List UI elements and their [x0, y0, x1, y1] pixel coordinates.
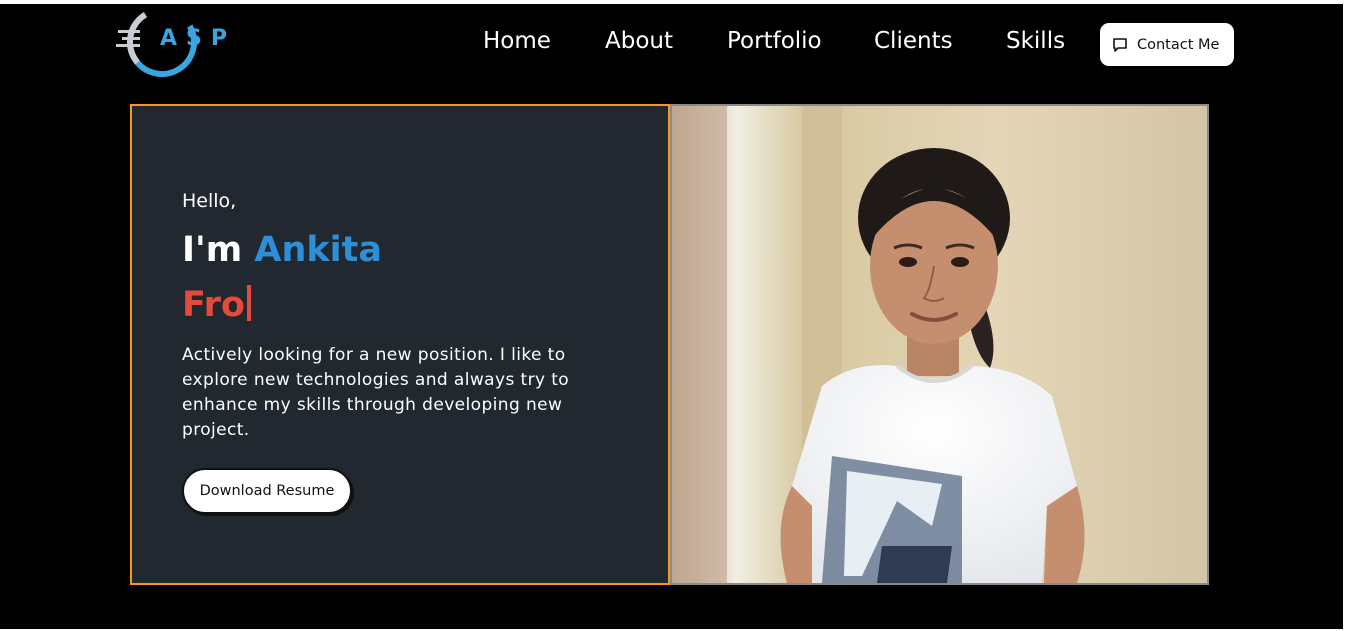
hero-name: Ankita [254, 230, 383, 270]
contact-me-label: Contact Me [1137, 36, 1220, 53]
nav-clients[interactable]: Clients [874, 26, 953, 56]
typed-text: Fro [182, 285, 245, 325]
chat-bubble-icon [1112, 37, 1128, 53]
nav-skills[interactable]: Skills [1006, 26, 1065, 56]
nav-about[interactable]: About [605, 26, 673, 56]
hero-typed-role: Fro [182, 283, 251, 327]
profile-photo [670, 104, 1209, 585]
nav-home[interactable]: Home [483, 26, 551, 56]
download-resume-button[interactable]: Download Resume [182, 468, 352, 514]
hero-bio: Actively looking for a new position. I l… [182, 345, 570, 440]
contact-me-button[interactable]: Contact Me [1100, 23, 1234, 66]
hero-intro: I'm [182, 230, 243, 270]
hero-headline: I'm Ankita [182, 228, 382, 272]
typing-cursor [246, 285, 251, 321]
page: ASP Home About Portfolio Clients Skills … [0, 4, 1343, 629]
nav-portfolio[interactable]: Portfolio [727, 26, 822, 56]
profile-photo-image [672, 106, 1207, 583]
hero-greeting: Hello, [182, 190, 237, 212]
hero-intro-panel: Hello, I'm Ankita Fro Actively looking f… [130, 104, 670, 585]
site-logo[interactable]: ASP [116, 4, 240, 80]
logo-text: ASP [160, 26, 236, 51]
